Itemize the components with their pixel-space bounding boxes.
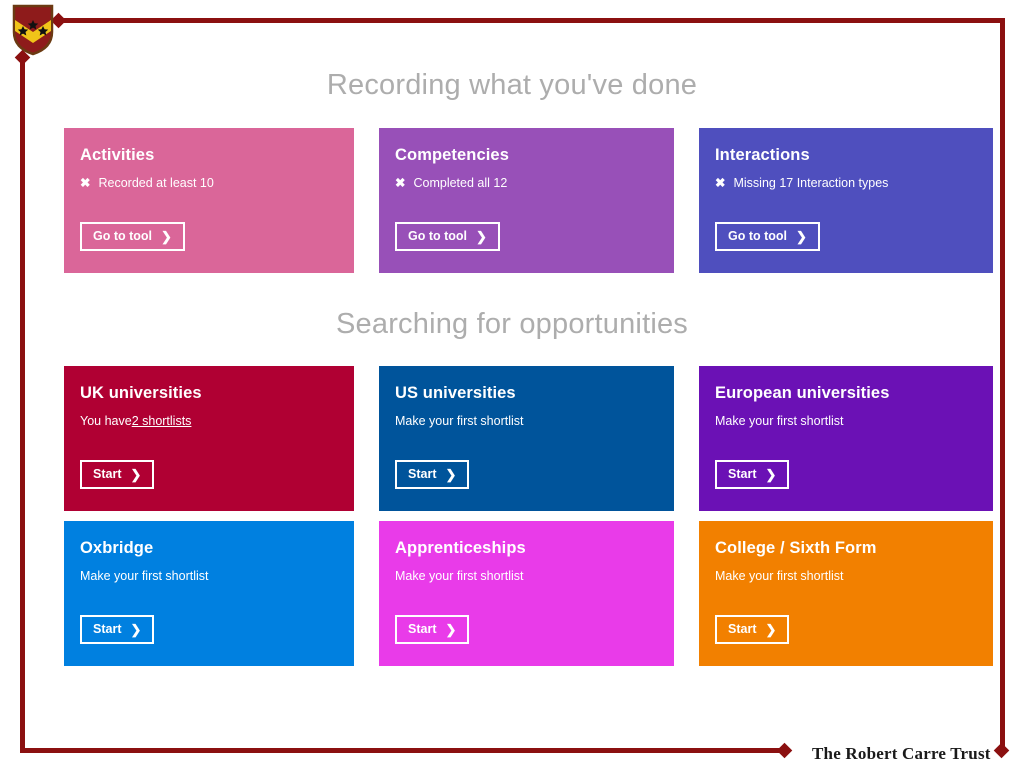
button-label: Go to tool — [728, 229, 788, 244]
go-to-tool-button[interactable]: Go to tool ❯ — [395, 222, 500, 251]
section-title-recording: Recording what you've done — [326, 69, 698, 101]
card-status-text: Make your first shortlist — [395, 568, 524, 583]
button-label: Go to tool — [408, 229, 468, 244]
card-title: Oxbridge — [80, 539, 154, 557]
card-activities[interactable]: Activities ✖ Recorded at least 10 Go to … — [64, 128, 354, 273]
card-status-text: Missing 17 Interaction types — [733, 175, 889, 190]
page-content: Recording what you've done Activities ✖ … — [0, 0, 1024, 768]
start-button[interactable]: Start ❯ — [80, 460, 155, 489]
cross-icon: ✖ — [395, 175, 406, 190]
go-to-tool-button[interactable]: Go to tool ❯ — [715, 222, 820, 251]
start-button[interactable]: Start ❯ — [80, 615, 155, 644]
cross-icon: ✖ — [715, 175, 726, 190]
start-button[interactable]: Start ❯ — [395, 460, 470, 489]
card-status: Make your first shortlist — [715, 413, 977, 429]
card-title: Competencies — [395, 146, 509, 164]
card-status-text: Make your first shortlist — [715, 568, 844, 583]
start-button[interactable]: Start ❯ — [715, 615, 790, 644]
card-status-text: Completed all 12 — [413, 175, 508, 190]
chevron-right-icon: ❯ — [130, 622, 142, 637]
card-title: US universities — [395, 384, 516, 402]
button-label: Start — [93, 622, 122, 637]
card-apprenticeships[interactable]: Apprenticeships Make your first shortlis… — [379, 521, 674, 666]
card-title: Interactions — [715, 146, 810, 164]
card-status: ✖ Completed all 12 — [395, 175, 658, 191]
card-title: UK universities — [80, 384, 202, 402]
card-interactions[interactable]: Interactions ✖ Missing 17 Interaction ty… — [699, 128, 993, 273]
start-button[interactable]: Start ❯ — [395, 615, 470, 644]
card-status-text: Make your first shortlist — [715, 413, 844, 428]
start-button[interactable]: Start ❯ — [715, 460, 790, 489]
footer-brand-name: The Robert Carre Trust — [812, 744, 991, 763]
card-status-text: Make your first shortlist — [80, 568, 209, 583]
shortlists-link[interactable]: 2 shortlists — [132, 413, 192, 429]
card-status: Make your first shortlist — [80, 568, 338, 584]
chevron-right-icon: ❯ — [476, 229, 487, 244]
card-oxbridge[interactable]: Oxbridge Make your first shortlist Start… — [64, 521, 354, 666]
button-label: Go to tool — [93, 229, 153, 244]
card-status-text: Recorded at least 10 — [98, 175, 214, 190]
cross-icon: ✖ — [80, 175, 91, 190]
card-status: Make your first shortlist — [395, 413, 658, 429]
card-status: ✖ Recorded at least 10 — [80, 175, 338, 191]
card-status: ✖ Missing 17 Interaction types — [715, 175, 977, 191]
section-title-searching: Searching for opportunities — [336, 308, 688, 340]
card-uk-universities[interactable]: UK universities You have 2 shortlists St… — [64, 366, 354, 511]
button-label: Start — [93, 467, 122, 482]
card-status-text: Make your first shortlist — [395, 413, 524, 428]
button-label: Start — [728, 622, 757, 637]
button-label: Start — [408, 622, 437, 637]
card-title: Activities — [80, 146, 155, 164]
chevron-right-icon: ❯ — [130, 467, 142, 482]
go-to-tool-button[interactable]: Go to tool ❯ — [80, 222, 185, 251]
card-college-sixth-form[interactable]: College / Sixth Form Make your first sho… — [699, 521, 993, 666]
card-status: You have 2 shortlists — [80, 413, 338, 429]
card-status-prefix: You have — [80, 413, 132, 428]
chevron-right-icon: ❯ — [765, 622, 777, 637]
chevron-right-icon: ❯ — [445, 467, 457, 482]
chevron-right-icon: ❯ — [445, 622, 457, 637]
searching-card-grid-row-1: UK universities You have 2 shortlists St… — [64, 366, 1024, 511]
chevron-right-icon: ❯ — [765, 467, 777, 482]
card-title: Apprenticeships — [395, 539, 526, 557]
card-status: Make your first shortlist — [395, 568, 658, 584]
card-title: College / Sixth Form — [715, 539, 877, 557]
card-status: Make your first shortlist — [715, 568, 977, 584]
card-competencies[interactable]: Competencies ✖ Completed all 12 Go to to… — [379, 128, 674, 273]
recording-card-grid: Activities ✖ Recorded at least 10 Go to … — [64, 128, 1024, 273]
searching-card-grid-row-2: Oxbridge Make your first shortlist Start… — [64, 521, 1024, 666]
chevron-right-icon: ❯ — [161, 229, 172, 244]
card-us-universities[interactable]: US universities Make your first shortlis… — [379, 366, 674, 511]
button-label: Start — [728, 467, 757, 482]
card-title: European universities — [715, 384, 890, 402]
button-label: Start — [408, 467, 437, 482]
chevron-right-icon: ❯ — [796, 229, 807, 244]
card-european-universities[interactable]: European universities Make your first sh… — [699, 366, 993, 511]
